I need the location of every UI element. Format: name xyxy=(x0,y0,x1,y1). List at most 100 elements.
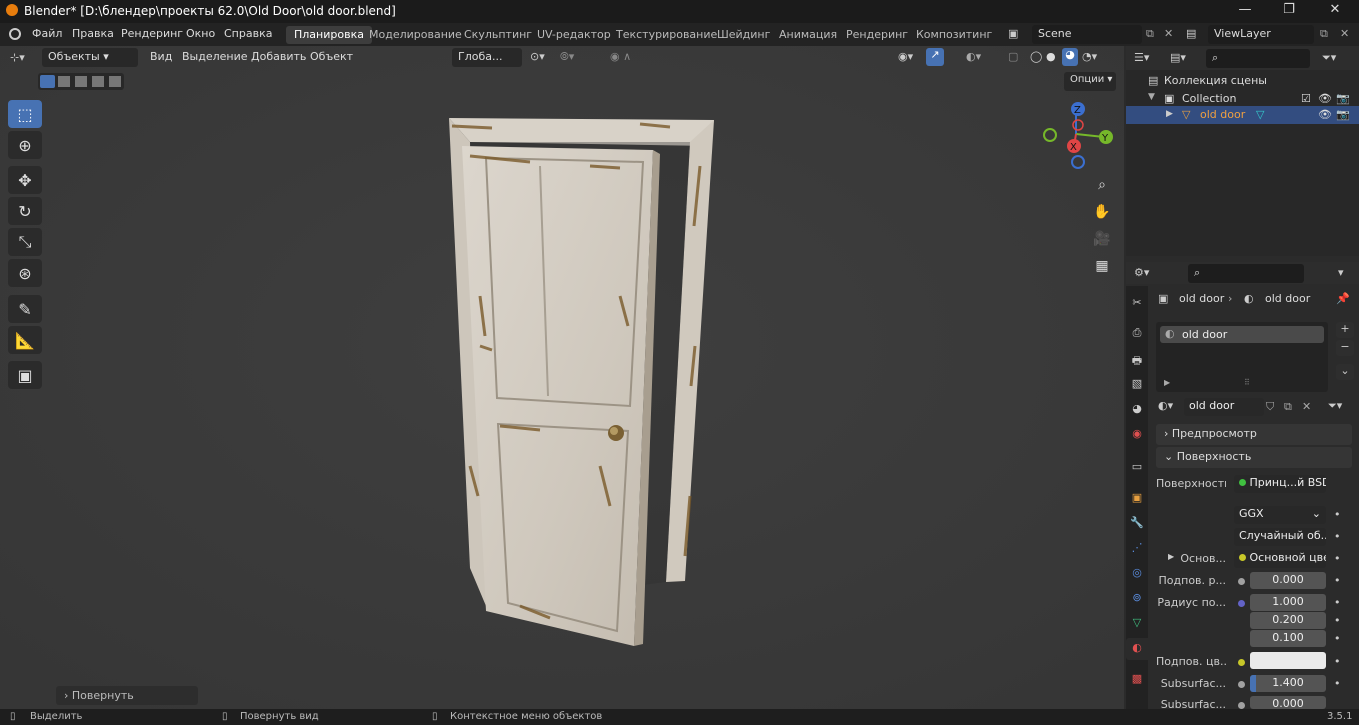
subsurface-aniso-field[interactable]: 0.000 xyxy=(1250,696,1326,709)
select-extend-icon[interactable] xyxy=(58,76,70,87)
collection-eye-icon[interactable]: 👁 xyxy=(1318,92,1332,105)
slot-specials-button[interactable]: ⌄ xyxy=(1336,364,1354,380)
subsurface-ior-socket-icon[interactable] xyxy=(1238,681,1245,688)
gizmo-toggle-icon[interactable]: ↗ xyxy=(926,48,944,66)
tab-modeling[interactable]: Моделирование xyxy=(361,26,470,44)
menu-render[interactable]: Рендеринг xyxy=(121,27,183,40)
data-tab-icon[interactable]: ▽ xyxy=(1129,616,1145,632)
last-operator-panel[interactable]: › Повернуть xyxy=(56,686,198,705)
mesh-data-icon[interactable]: ▽ xyxy=(1256,108,1264,121)
minimize-button[interactable]: — xyxy=(1230,2,1260,17)
link-type-icon[interactable]: ⏷▾ xyxy=(1328,399,1342,413)
collection-label[interactable]: Collection xyxy=(1182,92,1236,105)
subsurface-color-swatch[interactable] xyxy=(1250,652,1326,669)
scale-tool[interactable]: ⤡ xyxy=(8,228,42,256)
base-color-expand-icon[interactable]: ▶ xyxy=(1168,552,1174,561)
physics-tab-icon[interactable]: ◎ xyxy=(1129,566,1145,582)
properties-search-input[interactable]: ⌕ xyxy=(1188,264,1304,283)
tab-sculpting[interactable]: Скульптинг xyxy=(456,26,540,44)
new-view-layer-icon[interactable]: ⧉ xyxy=(1320,27,1328,41)
expand-object-icon[interactable]: ▶ xyxy=(1166,109,1173,119)
wireframe-shading-icon[interactable]: ◯ xyxy=(1030,50,1042,63)
view-layer-tab-icon[interactable]: ▧ xyxy=(1129,377,1145,393)
particles-tab-icon[interactable]: ⋰ xyxy=(1129,541,1145,557)
new-scene-icon[interactable]: ⧉ xyxy=(1146,27,1154,41)
annotate-tool[interactable]: ✎ xyxy=(8,295,42,323)
object-tab-icon[interactable]: ▣ xyxy=(1129,491,1145,507)
constraints-tab-icon[interactable]: ⊚ xyxy=(1129,591,1145,607)
close-window-button[interactable]: ✕ xyxy=(1320,2,1350,17)
outliner-row-old-door[interactable]: ▶ ▽ old door ▽ 👁 📷 xyxy=(1126,106,1359,124)
scene-icon[interactable]: ▣ xyxy=(1008,27,1030,43)
radius-socket-icon[interactable] xyxy=(1238,600,1245,607)
axis-gizmo[interactable]: Z Y X xyxy=(1040,100,1120,172)
material-name-field[interactable]: old door xyxy=(1184,398,1264,416)
scene-collection-label[interactable]: Коллекция сцены xyxy=(1164,74,1267,87)
select-invert-icon[interactable] xyxy=(92,76,104,87)
scene-field[interactable]: Scene xyxy=(1032,25,1142,44)
tab-animation[interactable]: Анимация xyxy=(771,26,845,44)
3d-viewport[interactable] xyxy=(0,46,1124,709)
tab-rendering[interactable]: Рендеринг xyxy=(838,26,916,44)
material-tab-icon[interactable]: ◐ xyxy=(1129,641,1145,657)
slot-list-expand-icon[interactable]: ▶ xyxy=(1164,378,1170,387)
blender-menu-icon[interactable] xyxy=(9,28,21,40)
view-layer-icon[interactable]: ▤ xyxy=(1186,27,1196,40)
remove-view-layer-icon[interactable]: ✕ xyxy=(1340,27,1349,40)
outliner-search-input[interactable]: ⌕ xyxy=(1206,49,1310,68)
output-tab-icon[interactable]: 🖶 xyxy=(1129,352,1145,368)
world-tab-icon[interactable]: ◉ xyxy=(1129,427,1145,443)
tab-texture-paint[interactable]: Текстурирование xyxy=(608,26,725,44)
perspective-grid-icon[interactable]: ▦ xyxy=(1090,254,1114,278)
collection-checkbox-icon[interactable]: ☑ xyxy=(1301,92,1311,105)
surface-shader-select[interactable]: Принц...й BSDF xyxy=(1234,475,1326,493)
visibility-icon[interactable]: ◉▾ xyxy=(898,50,913,63)
xray-icon[interactable]: ▢ xyxy=(1008,50,1018,63)
collection-camera-icon[interactable]: 📷 xyxy=(1336,92,1350,105)
properties-options-icon[interactable]: ▾ xyxy=(1338,266,1344,279)
material-browse-icon[interactable]: ◐▾ xyxy=(1158,399,1173,412)
surface-panel-header[interactable]: ⌄ Поверхность xyxy=(1156,447,1352,468)
tab-compositing[interactable]: Композитинг xyxy=(908,26,1000,44)
modifier-tab-icon[interactable]: 🔧 xyxy=(1129,516,1145,532)
cursor-tool[interactable]: ⊕ xyxy=(8,131,42,159)
select-new-icon[interactable] xyxy=(40,75,55,88)
menu-help[interactable]: Справка xyxy=(224,27,272,40)
menu-object[interactable]: Объект xyxy=(310,50,353,63)
unlink-material-icon[interactable]: ✕ xyxy=(1302,400,1311,413)
solid-shading-icon[interactable]: ● xyxy=(1046,50,1056,63)
distribution-select[interactable]: GGX ⌄ xyxy=(1234,506,1326,524)
menu-select[interactable]: Выделение xyxy=(182,50,248,63)
select-box-tool[interactable]: ⬚ xyxy=(8,100,42,128)
tab-layout[interactable]: Планировка xyxy=(286,26,372,44)
pivot-icon[interactable]: ⊙▾ xyxy=(530,50,545,63)
subsurface-method-select[interactable]: Случайный об... xyxy=(1234,528,1326,546)
proportional-edit-icon[interactable]: ◉ ∧ xyxy=(610,50,631,63)
zoom-icon[interactable]: ⌕ xyxy=(1090,173,1114,197)
remove-slot-button[interactable]: − xyxy=(1336,340,1354,356)
menu-file[interactable]: Файл xyxy=(32,27,62,40)
tab-uv-editing[interactable]: UV-редактор xyxy=(529,26,619,44)
material-slot-row[interactable]: ◐ old door xyxy=(1160,326,1324,343)
measure-tool[interactable]: 📐 xyxy=(8,326,42,354)
pan-hand-icon[interactable]: ✋ xyxy=(1090,200,1114,224)
menu-add[interactable]: Добавить xyxy=(251,50,306,63)
move-tool[interactable]: ✥ xyxy=(8,166,42,194)
mode-select[interactable]: Объекты ▾ xyxy=(42,48,138,67)
add-slot-button[interactable]: + xyxy=(1336,322,1354,338)
view-layer-field[interactable]: ViewLayer xyxy=(1208,25,1314,44)
expand-collection-icon[interactable]: ▼ xyxy=(1148,92,1155,102)
subsurface-color-socket-icon[interactable] xyxy=(1238,659,1245,666)
radius-x-field[interactable]: 1.000 xyxy=(1250,594,1326,611)
fake-user-icon[interactable]: ⛉ xyxy=(1266,400,1274,414)
subsurface-field[interactable]: 0.000 xyxy=(1250,572,1326,589)
collection-tab-icon[interactable]: ▭ xyxy=(1129,460,1145,476)
pin-icon[interactable]: 📌 xyxy=(1336,292,1350,305)
editor-type-icon[interactable]: ⊹▾ xyxy=(10,51,25,64)
remove-scene-icon[interactable]: ✕ xyxy=(1164,27,1173,40)
material-shading-icon[interactable]: ◕ xyxy=(1062,48,1078,66)
radius-z-field[interactable]: 0.100 xyxy=(1250,630,1326,647)
filter-icon[interactable]: ⏷▾ xyxy=(1322,51,1336,65)
viewport-canvas[interactable] xyxy=(0,46,1124,709)
tool-tab-icon[interactable]: ✂ xyxy=(1129,296,1145,312)
